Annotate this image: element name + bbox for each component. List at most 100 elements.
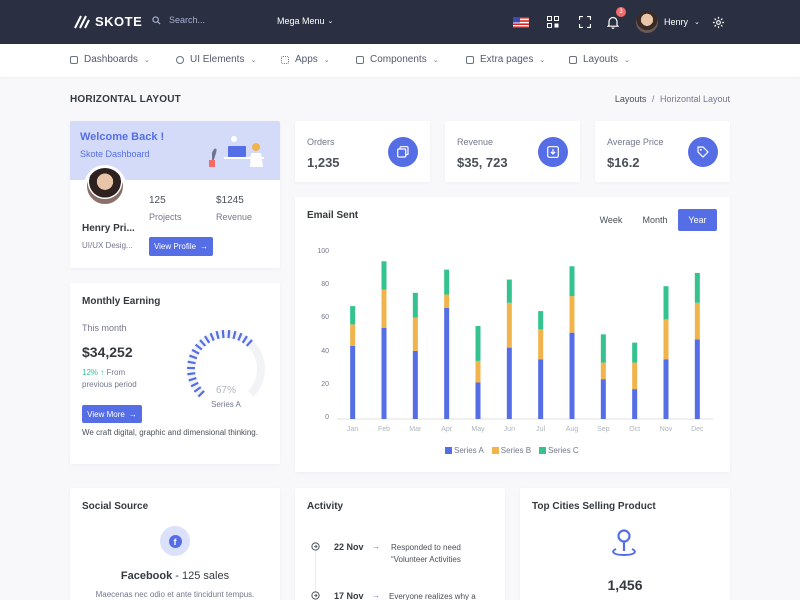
bar-series-c-jan[interactable] <box>350 306 356 325</box>
bar-series-c-aug[interactable] <box>569 266 575 297</box>
menu-label: Components <box>370 54 427 65</box>
bar-series-b-mar[interactable] <box>412 317 418 351</box>
mega-menu-label: Mega Menu <box>277 16 325 26</box>
bar-series-a-nov[interactable] <box>663 359 669 419</box>
gauge-tick <box>227 330 231 339</box>
bar-series-b-jul[interactable] <box>538 329 544 360</box>
chevron-down-icon: ⌄ <box>694 19 700 26</box>
bar-series-b-apr[interactable] <box>444 294 450 308</box>
bar-series-c-may[interactable] <box>475 326 481 361</box>
facebook-icon[interactable]: f <box>160 526 190 556</box>
bar-series-b-dec[interactable] <box>694 302 700 340</box>
bar-series-a-dec[interactable] <box>694 339 700 419</box>
stat-value: $35, 723 <box>457 155 508 170</box>
menu-dashboards[interactable]: Dashboards ⌄ <box>70 54 150 65</box>
bar-series-b-feb[interactable] <box>381 289 387 328</box>
fullscreen-icon[interactable] <box>576 13 594 31</box>
bar-series-c-oct[interactable] <box>632 342 638 363</box>
archive-icon <box>538 137 568 167</box>
bar-series-b-aug[interactable] <box>569 296 575 333</box>
chevron-down-icon: ⌄ <box>250 56 257 64</box>
file-icon <box>466 55 474 64</box>
bar-series-a-mar[interactable] <box>412 350 418 419</box>
gear-icon[interactable] <box>709 13 727 31</box>
user-name: Henry <box>664 17 689 27</box>
user-menu[interactable]: Henry ⌄ <box>636 11 700 33</box>
card-title: Social Source <box>82 501 149 512</box>
apps-grid-icon[interactable] <box>544 13 562 31</box>
bar-series-c-sep[interactable] <box>600 334 606 363</box>
bar-series-a-sep[interactable] <box>600 379 606 419</box>
timeline-dot-icon <box>311 591 320 600</box>
menu-extra-pages[interactable]: Extra pages ⌄ <box>466 54 545 65</box>
map-pin-icon <box>610 528 638 560</box>
bar-series-b-nov[interactable] <box>663 319 669 360</box>
bar-series-c-feb[interactable] <box>381 261 387 290</box>
bar-series-b-may[interactable] <box>475 360 481 383</box>
view-profile-label: View Profile <box>153 242 197 251</box>
brand-name: SKOTE <box>95 14 143 29</box>
brand-logo[interactable]: SKOTE <box>74 14 142 29</box>
growth-value: 12% <box>82 368 99 377</box>
bar-series-a-jun[interactable] <box>506 347 512 419</box>
legend-swatch <box>491 447 499 454</box>
arrow-up-icon: ↑ <box>100 368 105 377</box>
bar-series-c-jul[interactable] <box>538 311 544 330</box>
bar-series-c-jun[interactable] <box>506 279 512 303</box>
logo-icon <box>74 15 90 28</box>
bar-series-c-mar[interactable] <box>412 292 418 318</box>
welcome-subtitle: Skote Dashboard <box>80 149 150 159</box>
gauge-tick <box>187 372 196 376</box>
gauge-label: Series A <box>211 400 241 409</box>
search-box[interactable]: Search... <box>152 15 205 25</box>
bar-series-b-oct[interactable] <box>632 362 638 390</box>
gauge-tick <box>187 360 196 365</box>
legend-item[interactable]: Series B <box>491 446 531 455</box>
bar-series-b-jun[interactable] <box>506 302 512 348</box>
briefcase-icon <box>356 55 364 64</box>
chevron-down-icon: ⌄ <box>539 56 546 64</box>
mega-menu-button[interactable]: Mega Menu ⌄ <box>277 16 333 26</box>
bar-series-a-aug[interactable] <box>569 332 575 419</box>
profile-illustration <box>209 136 264 167</box>
arrow-right-icon: → <box>128 409 137 419</box>
bar-series-a-feb[interactable] <box>381 327 387 419</box>
earning-gauge <box>186 330 265 398</box>
breadcrumb-item[interactable]: Layouts <box>615 94 647 104</box>
bar-series-c-dec[interactable] <box>694 272 700 303</box>
bar-series-a-jul[interactable] <box>538 359 544 419</box>
chevron-down-icon: ⌄ <box>624 56 630 64</box>
menu-components[interactable]: Components ⌄ <box>356 54 439 65</box>
chevron-down-icon: ⌄ <box>143 56 150 64</box>
x-tick-label: May <box>471 426 485 433</box>
bar-series-b-sep[interactable] <box>600 362 606 380</box>
menu-apps[interactable]: Apps ⌄ <box>281 54 330 65</box>
top-navbar: SKOTE Search... Mega Menu ⌄ 3 Henry ⌄ <box>0 0 800 44</box>
view-profile-button[interactable]: View Profile → <box>149 237 213 256</box>
legend-label: Series C <box>548 446 579 455</box>
legend-item[interactable]: Series C <box>539 446 579 455</box>
bar-series-a-may[interactable] <box>475 382 481 419</box>
activity-date: 22 Nov <box>334 542 364 552</box>
bar-series-a-jan[interactable] <box>350 345 356 419</box>
email-sent-card: Email Sent Week Month Year 100 80 60 40 20 0 … <box>295 197 730 472</box>
search-input[interactable]: Search... <box>169 15 205 25</box>
activity-text: Everyone realizes why a <box>389 592 476 600</box>
x-tick-label: Mar <box>409 426 422 433</box>
projects-label: Projects <box>149 212 182 222</box>
bar-series-b-jan[interactable] <box>350 324 356 346</box>
view-more-button[interactable]: View More → <box>82 405 142 423</box>
flag-us-icon[interactable] <box>512 13 530 31</box>
bar-series-c-apr[interactable] <box>444 269 450 295</box>
stat-value: 1,235 <box>307 155 340 170</box>
activity-text: Responded to need “Volunteer Activities <box>391 543 461 564</box>
legend-item[interactable]: Series A <box>445 446 484 455</box>
x-tick-label: Jun <box>503 426 515 433</box>
menu-layouts[interactable]: Layouts ⌄ <box>569 54 630 65</box>
arrow-right-icon: → <box>372 591 380 600</box>
bar-series-a-apr[interactable] <box>444 307 450 419</box>
menu-ui-elements[interactable]: UI Elements ⌄ <box>176 54 256 65</box>
activity-card: Activity 22 Nov → Responded to need “Vol… <box>295 488 505 600</box>
bar-series-a-oct[interactable] <box>632 389 638 419</box>
bar-series-c-nov[interactable] <box>663 286 669 320</box>
